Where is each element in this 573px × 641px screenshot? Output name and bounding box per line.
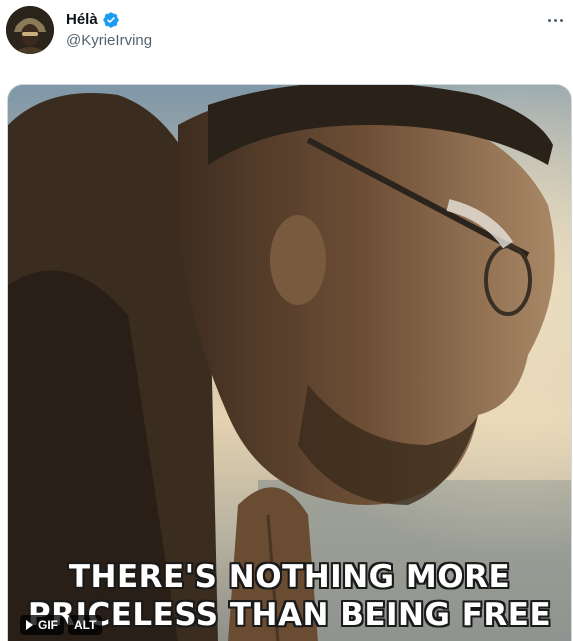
alt-badge-label: ALT bbox=[74, 618, 97, 632]
gif-frame-image bbox=[8, 85, 571, 641]
avatar[interactable] bbox=[6, 6, 54, 54]
alt-badge[interactable]: ALT bbox=[68, 615, 103, 635]
more-dot bbox=[559, 18, 563, 22]
gif-badge-label: GIF bbox=[38, 618, 58, 632]
tweet: Hélà @KyrieIrving THERE'S NOTHING MORE P… bbox=[0, 0, 573, 641]
author-info: Hélà @KyrieIrving bbox=[66, 10, 152, 51]
more-dot bbox=[553, 18, 557, 22]
name-row: Hélà bbox=[66, 10, 152, 30]
gif-media[interactable]: THERE'S NOTHING MORE PRICELESS THAN BEIN… bbox=[7, 84, 572, 641]
tweet-header: Hélà @KyrieIrving bbox=[0, 0, 573, 70]
verified-badge-icon[interactable] bbox=[102, 11, 120, 29]
more-options-icon[interactable] bbox=[541, 6, 569, 34]
display-name[interactable]: Hélà bbox=[66, 10, 98, 30]
more-dot bbox=[547, 18, 551, 22]
avatar-image bbox=[6, 6, 54, 54]
author-handle[interactable]: @KyrieIrving bbox=[66, 31, 152, 51]
media-badges: GIF ALT bbox=[20, 615, 103, 635]
gif-caption-line-1: THERE'S NOTHING MORE bbox=[68, 559, 511, 595]
gif-badge[interactable]: GIF bbox=[20, 615, 64, 635]
play-icon bbox=[26, 620, 33, 630]
